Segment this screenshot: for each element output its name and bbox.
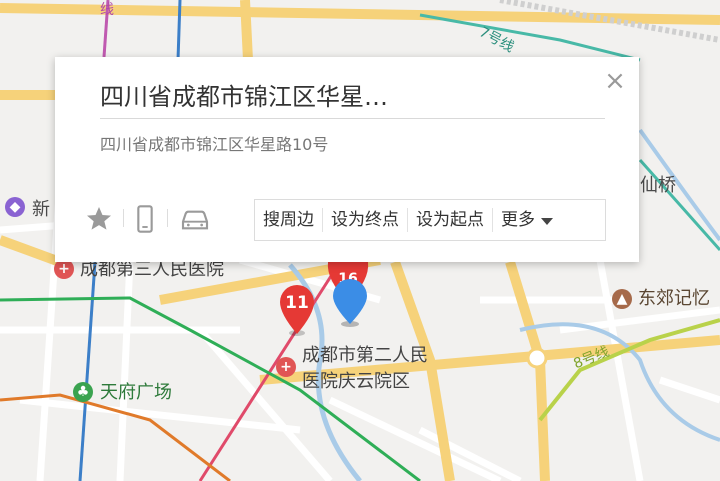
send-to-phone-icon[interactable]	[129, 203, 161, 235]
car-route-icon[interactable]	[177, 203, 209, 235]
chevron-down-icon	[541, 217, 553, 225]
map-label-xianqiao: 仙桥	[640, 175, 676, 196]
popup-address: 四川省成都市锦江区华星路10号	[100, 135, 329, 154]
hospital-icon: +	[276, 357, 296, 377]
hospital-icon: +	[54, 259, 74, 279]
roundabout	[526, 347, 548, 369]
search-nearby-button[interactable]: 搜周边	[255, 208, 322, 232]
park-icon: ♣	[73, 382, 93, 402]
map-marker-11-label: 11	[285, 293, 309, 313]
more-button-label: 更多	[501, 210, 535, 230]
metro-line-blue-north	[176, 0, 182, 61]
attraction-icon: ▲	[612, 289, 632, 309]
map-label-tianfu-square: 天府广场	[100, 382, 172, 403]
popup-action-bar: 搜周边 设为终点 设为起点 更多	[254, 199, 606, 241]
map-label-line-top: 线	[100, 2, 114, 18]
map-label-dongjiao: 东郊记忆	[638, 288, 710, 309]
set-origin-button[interactable]: 设为起点	[408, 208, 492, 232]
map-label-hospital-third: 成都第三人民医院	[80, 259, 224, 280]
favorite-star-icon[interactable]	[83, 203, 115, 235]
close-button[interactable]: ×	[601, 67, 629, 95]
popup-title: 四川省成都市锦江区华星…	[100, 83, 388, 111]
poi-purple-icon: ◆	[5, 197, 25, 217]
map-label-hospital-second-2: 医院庆云院区	[302, 371, 410, 392]
set-destination-button[interactable]: 设为终点	[323, 208, 407, 232]
more-button[interactable]: 更多	[493, 208, 561, 232]
icon-separator	[167, 209, 168, 227]
map-label-hospital-second-1: 成都市第二人民	[302, 345, 428, 366]
popup-divider	[100, 118, 605, 119]
icon-separator	[123, 209, 124, 227]
map-label-poi-new: 新	[32, 199, 50, 220]
location-info-popup: 四川省成都市锦江区华星… 四川省成都市锦江区华星路10号 × 搜周边 设为终点 …	[55, 57, 639, 262]
